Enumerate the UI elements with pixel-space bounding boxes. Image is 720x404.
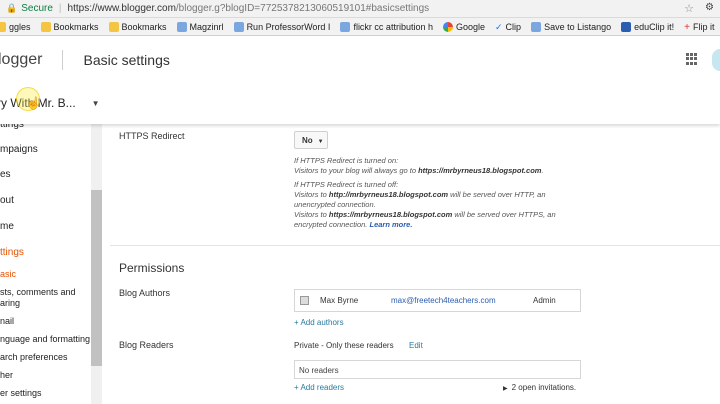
- url-text[interactable]: https://www.blogger.com/blogger.g?blogID…: [68, 3, 430, 14]
- sidebar-item[interactable]: er settings: [0, 388, 42, 398]
- sidebar-item[interactable]: ttings: [0, 124, 24, 130]
- bookmark-label: eduClip it!: [634, 21, 675, 32]
- help-text: If HTTPS Redirect is turned off: Visitor…: [294, 180, 556, 229]
- bookmark-item[interactable]: Magzinrl: [176, 21, 224, 32]
- help-text: If HTTPS Redirect is turned on: Visitors…: [294, 156, 544, 175]
- bookmark-item[interactable]: eduClip it!: [621, 21, 675, 32]
- header-divider: [62, 49, 64, 70]
- page-icon: [233, 21, 244, 32]
- sidebar-item[interactable]: out: [0, 195, 14, 206]
- https-redirect-select[interactable]: No ▼: [294, 131, 328, 149]
- bookmark-label: Bookmarks: [121, 21, 167, 32]
- page-icon: [340, 21, 351, 32]
- permissions-heading: Permissions: [119, 261, 185, 275]
- sidebar-item[interactable]: arch preferences: [0, 352, 68, 362]
- open-invitations[interactable]: ▶ 2 open invitations.: [503, 383, 576, 392]
- sidebar-item[interactable]: aring: [0, 298, 20, 308]
- caret-down-icon[interactable]: ▼: [92, 99, 100, 108]
- no-readers-text: No readers: [299, 366, 339, 375]
- bookmark-item[interactable]: flickr cc attribution h: [340, 21, 433, 32]
- bookmark-label: Bookmarks: [53, 21, 99, 32]
- bookmark-item[interactable]: Save to Listango: [531, 21, 612, 32]
- blog-selector[interactable]: ry With Mr. B... ▼: [0, 82, 720, 124]
- section-divider: [110, 245, 720, 246]
- bookmark-label: Flip it: [693, 21, 715, 32]
- bookmark-label: Google: [455, 21, 485, 32]
- page-icon: [531, 21, 542, 32]
- bookmarks-bar: ggles Bookmarks Bookmarks Magzinrl Run Profe…: [0, 18, 720, 36]
- lock-icon: 🔒: [6, 3, 18, 13]
- bookmark-label: Magzinrl: [189, 21, 224, 32]
- https-redirect-label: HTTPS Redirect: [119, 131, 185, 141]
- folder-icon: [40, 21, 51, 32]
- url-separator: |: [58, 3, 62, 14]
- learn-more-link[interactable]: Learn more.: [369, 220, 412, 229]
- blog-authors-label: Blog Authors: [119, 288, 171, 298]
- blue-icon: [621, 21, 632, 32]
- sidebar-item[interactable]: ttings: [0, 247, 24, 258]
- sidebar-item[interactable]: me: [0, 221, 14, 232]
- readers-table: No readers: [294, 360, 581, 379]
- bookmark-item[interactable]: ✓ Clip: [495, 22, 521, 32]
- readers-status: Private - Only these readers: [294, 341, 394, 350]
- secure-label: Secure: [21, 3, 53, 14]
- bookmark-label: ggles: [9, 21, 31, 32]
- dropdown-arrow-icon: ▼: [317, 139, 324, 145]
- sidebar: ttings mpaigns es out me ttings asic sts, comme…: [0, 124, 102, 404]
- author-role[interactable]: Admin: [533, 296, 556, 305]
- blogger-logo[interactable]: logger: [0, 51, 42, 69]
- author-email[interactable]: max@freetech4teachers.com: [391, 296, 496, 305]
- app-header: logger Basic settings: [0, 37, 720, 82]
- add-readers-link[interactable]: + Add readers: [294, 383, 344, 392]
- avatar[interactable]: [712, 49, 720, 71]
- bookmark-item[interactable]: Bookmarks: [40, 21, 99, 32]
- star-icon[interactable]: ☆: [684, 2, 694, 15]
- author-checkbox[interactable]: [300, 296, 309, 305]
- bookmark-item[interactable]: + Flip it: [684, 21, 715, 33]
- bookmark-label: flickr cc attribution h: [353, 21, 433, 32]
- bookmark-label: Clip: [505, 21, 522, 32]
- bookmark-label: Save to Listango: [544, 21, 612, 32]
- check-icon: ✓: [495, 21, 503, 32]
- expand-triangle-icon: ▶: [503, 386, 508, 392]
- page-title: Basic settings: [83, 51, 170, 68]
- sidebar-item[interactable]: mpaigns: [0, 144, 38, 155]
- sidebar-item[interactable]: nail: [0, 316, 14, 326]
- author-name: Max Byrne: [320, 296, 359, 305]
- blog-readers-label: Blog Readers: [119, 340, 174, 350]
- bookmark-label: Run ProfessorWord I: [246, 21, 331, 32]
- hand-pointer-icon: ☝: [26, 96, 41, 110]
- edit-readers-link[interactable]: Edit: [409, 341, 423, 350]
- folder-icon: [108, 21, 119, 32]
- sidebar-item[interactable]: her: [0, 370, 13, 380]
- authors-table: Max Byrne max@freetech4teachers.com Admi…: [294, 289, 581, 312]
- sidebar-item[interactable]: es: [0, 169, 11, 180]
- bookmark-item[interactable]: Bookmarks: [108, 21, 167, 32]
- folder-icon: [0, 21, 6, 32]
- plus-icon: +: [684, 21, 690, 33]
- sidebar-item[interactable]: asic: [0, 269, 16, 279]
- apps-grid-icon[interactable]: [686, 53, 698, 65]
- extension-icon[interactable]: ⚙: [705, 2, 714, 13]
- bookmark-item[interactable]: ggles: [0, 21, 31, 32]
- bookmark-item[interactable]: Run ProfessorWord I: [233, 21, 331, 32]
- google-icon: [442, 21, 453, 32]
- page-icon: [176, 21, 187, 32]
- sidebar-item[interactable]: nguage and formatting: [0, 334, 90, 344]
- address-bar[interactable]: 🔒 Secure | https://www.blogger.com/blogg…: [0, 0, 720, 18]
- add-authors-link[interactable]: + Add authors: [294, 318, 344, 327]
- sidebar-item[interactable]: sts, comments and: [0, 287, 76, 297]
- bookmark-item[interactable]: Google: [442, 21, 485, 32]
- sidebar-scroll-thumb[interactable]: [91, 190, 102, 366]
